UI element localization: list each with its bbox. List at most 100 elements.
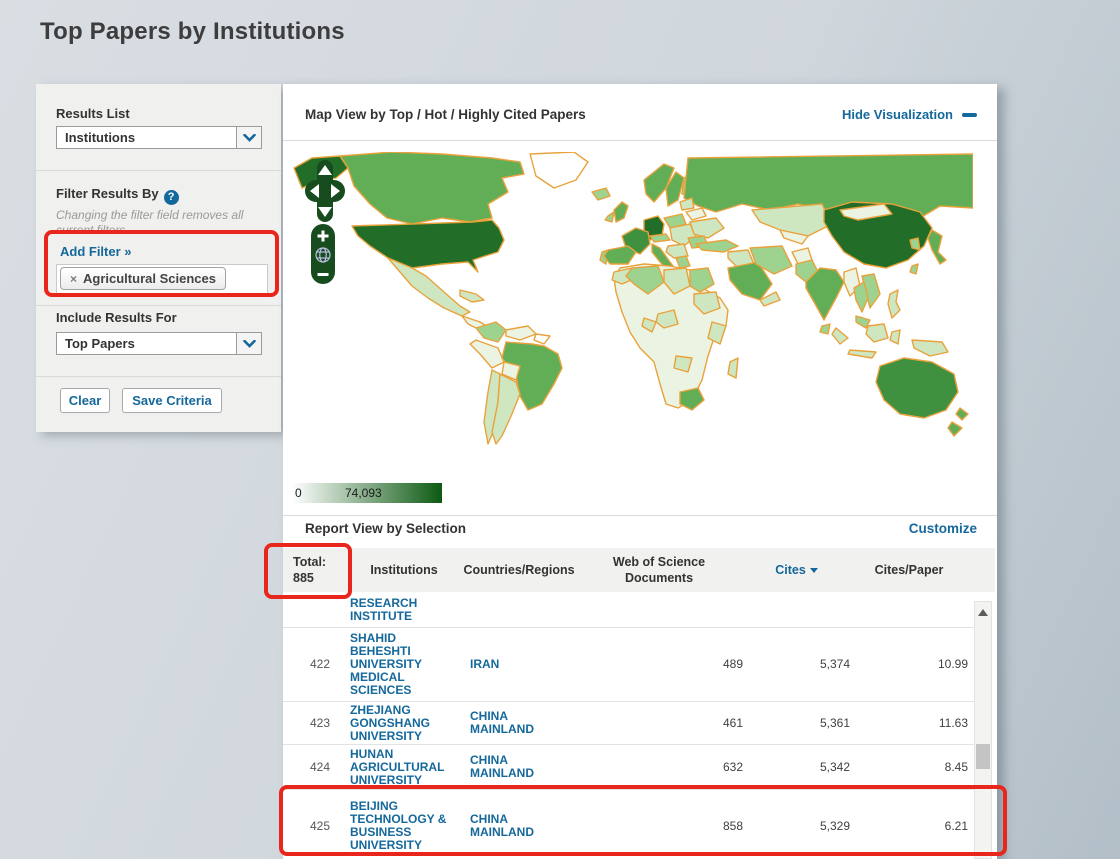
- map-country-kazakhstan[interactable]: [752, 204, 832, 236]
- hide-visualization-label[interactable]: Hide Visualization: [842, 107, 953, 122]
- map-country-spain[interactable]: [604, 246, 636, 264]
- rank-value: 425: [310, 819, 330, 833]
- country-value: CHINA MAINLAND: [470, 754, 542, 780]
- choropleth-map[interactable]: [292, 152, 973, 448]
- world-map[interactable]: [292, 152, 973, 448]
- map-country-venezuela[interactable]: [506, 326, 536, 340]
- table-cell-documents: 489: [575, 658, 743, 671]
- cites_per_paper-value: 11.63: [939, 716, 968, 730]
- table-scrollbar[interactable]: [974, 601, 992, 859]
- map-country-south-africa[interactable]: [680, 388, 704, 410]
- filter-results-by-text: Filter Results By: [56, 186, 159, 201]
- table-cell-country: CHINA MAINLAND: [463, 754, 575, 780]
- minus-dash-icon[interactable]: [962, 113, 977, 117]
- map-country-greece[interactable]: [676, 256, 690, 268]
- table-cell-cites: 5,361: [743, 717, 850, 730]
- institution-value[interactable]: BEIJING TECHNOLOGY & BUSINESS UNIVERSITY: [350, 800, 452, 852]
- map-country-greenland[interactable]: [530, 152, 588, 188]
- map-country-philippines[interactable]: [888, 290, 900, 318]
- map-island-borneo[interactable]: [866, 324, 888, 342]
- table-cell-institution[interactable]: SHAHID BEHESHTI UNIVERSITY MEDICAL SCIEN…: [345, 632, 463, 697]
- column-header-documents-text: Web of Science Documents: [604, 554, 714, 587]
- total-label: Total:: [293, 554, 345, 570]
- table-cell-cites_per_paper: 8.45: [850, 761, 968, 774]
- help-icon[interactable]: ?: [164, 190, 179, 205]
- map-country-peru[interactable]: [470, 340, 504, 368]
- table-header: Total: 885 Institutions Countries/Region…: [283, 548, 995, 592]
- map-country-iceland[interactable]: [592, 188, 610, 200]
- map-country-ukraine[interactable]: [690, 218, 724, 238]
- column-header-countries: Countries/Regions: [463, 562, 575, 578]
- divider: [283, 140, 997, 141]
- map-country-new-zealand-south[interactable]: [948, 422, 962, 436]
- results-list-dropdown[interactable]: Institutions: [56, 126, 262, 149]
- map-region-alpine[interactable]: [650, 234, 670, 242]
- remove-tag-icon[interactable]: ×: [70, 272, 77, 286]
- table-cell-rank: 425: [283, 820, 345, 833]
- map-country-sri-lanka[interactable]: [820, 324, 830, 334]
- column-header-cites-per-paper: Cites/Paper: [850, 562, 968, 578]
- table-cell-rank: 424: [283, 761, 345, 774]
- filter-tag-agricultural-sciences[interactable]: × Agricultural Sciences: [60, 267, 226, 290]
- documents-value: 461: [723, 716, 743, 730]
- cites-value: 5,361: [820, 716, 850, 730]
- table-cell-cites_per_paper: 10.99: [850, 658, 968, 671]
- scroll-up-icon[interactable]: [978, 609, 988, 616]
- country-value: CHINA MAINLAND: [470, 710, 542, 736]
- institution-value[interactable]: ZHEJIANG GONGSHANG UNIVERSITY: [350, 704, 452, 743]
- map-country-australia[interactable]: [876, 358, 958, 418]
- map-country-mexico[interactable]: [388, 258, 470, 316]
- table-cell-country: IRAN: [463, 658, 575, 671]
- table-cell-institution[interactable]: BEIJING TECHNOLOGY & BUSINESS UNIVERSITY: [345, 800, 463, 852]
- results-list-selected: Institutions: [57, 130, 236, 145]
- cites-value: 5,374: [820, 657, 850, 671]
- chevron-down-icon[interactable]: [236, 127, 261, 148]
- column-header-cites-text[interactable]: Cites: [775, 563, 806, 577]
- include-results-dropdown[interactable]: Top Papers: [56, 332, 262, 355]
- map-country-cuba[interactable]: [460, 290, 484, 302]
- institution-value[interactable]: RESEARCH INSTITUTE: [350, 597, 452, 623]
- customize-link[interactable]: Customize: [909, 521, 977, 536]
- column-header-cites-sort[interactable]: Cites: [743, 562, 850, 578]
- table-cell-institution[interactable]: ZHEJIANG GONGSHANG UNIVERSITY: [345, 704, 463, 743]
- institution-value[interactable]: SHAHID BEHESHTI UNIVERSITY MEDICAL SCIEN…: [350, 632, 452, 697]
- zoom-out-icon[interactable]: [318, 273, 329, 276]
- map-country-egypt[interactable]: [690, 268, 714, 292]
- map-country-uk[interactable]: [614, 202, 628, 222]
- map-island-new-guinea[interactable]: [912, 340, 948, 356]
- map-country-belarus[interactable]: [686, 208, 706, 220]
- table-cell-cites_per_paper: 11.63: [850, 717, 968, 730]
- map-country-ireland[interactable]: [605, 212, 614, 222]
- cites_per_paper-value: 6.21: [945, 819, 968, 833]
- map-country-japan[interactable]: [928, 230, 946, 264]
- map-country-india[interactable]: [806, 268, 844, 320]
- add-filter-link[interactable]: Add Filter »: [60, 244, 132, 259]
- map-island-sumatra[interactable]: [832, 328, 848, 344]
- column-header-institutions: Institutions: [345, 562, 463, 578]
- table-cell-institution[interactable]: RESEARCH INSTITUTE: [345, 597, 463, 623]
- table-row: RESEARCH INSTITUTE: [283, 592, 974, 628]
- map-pan-control[interactable]: [305, 160, 345, 222]
- map-country-usa[interactable]: [352, 220, 504, 272]
- map-country-canada[interactable]: [340, 152, 524, 224]
- clear-button[interactable]: Clear: [60, 388, 110, 413]
- map-island-java[interactable]: [848, 350, 876, 358]
- map-zoom-control[interactable]: [311, 224, 335, 284]
- map-country-korea[interactable]: [910, 238, 920, 250]
- map-country-taiwan[interactable]: [910, 264, 918, 274]
- table-cell-institution[interactable]: HUNAN AGRICULTURAL UNIVERSITY: [345, 748, 463, 787]
- cites_per_paper-value: 10.99: [938, 657, 968, 671]
- map-country-madagascar[interactable]: [728, 358, 738, 378]
- scrollbar-thumb[interactable]: [976, 744, 990, 769]
- caret-down-icon[interactable]: [810, 568, 818, 573]
- map-region-guyanas[interactable]: [534, 334, 550, 344]
- map-region-baltics[interactable]: [680, 198, 694, 210]
- map-country-new-zealand-north[interactable]: [956, 408, 968, 420]
- hide-visualization-link[interactable]: Hide Visualization: [842, 107, 977, 122]
- table-rows: RESEARCH INSTITUTE422SHAHID BEHESHTI UNI…: [283, 592, 974, 859]
- save-criteria-button[interactable]: Save Criteria: [122, 388, 222, 413]
- institution-value[interactable]: HUNAN AGRICULTURAL UNIVERSITY: [350, 748, 452, 787]
- map-island-sulawesi[interactable]: [890, 330, 900, 344]
- chevron-down-icon[interactable]: [236, 333, 261, 354]
- total-value: 885: [293, 570, 345, 586]
